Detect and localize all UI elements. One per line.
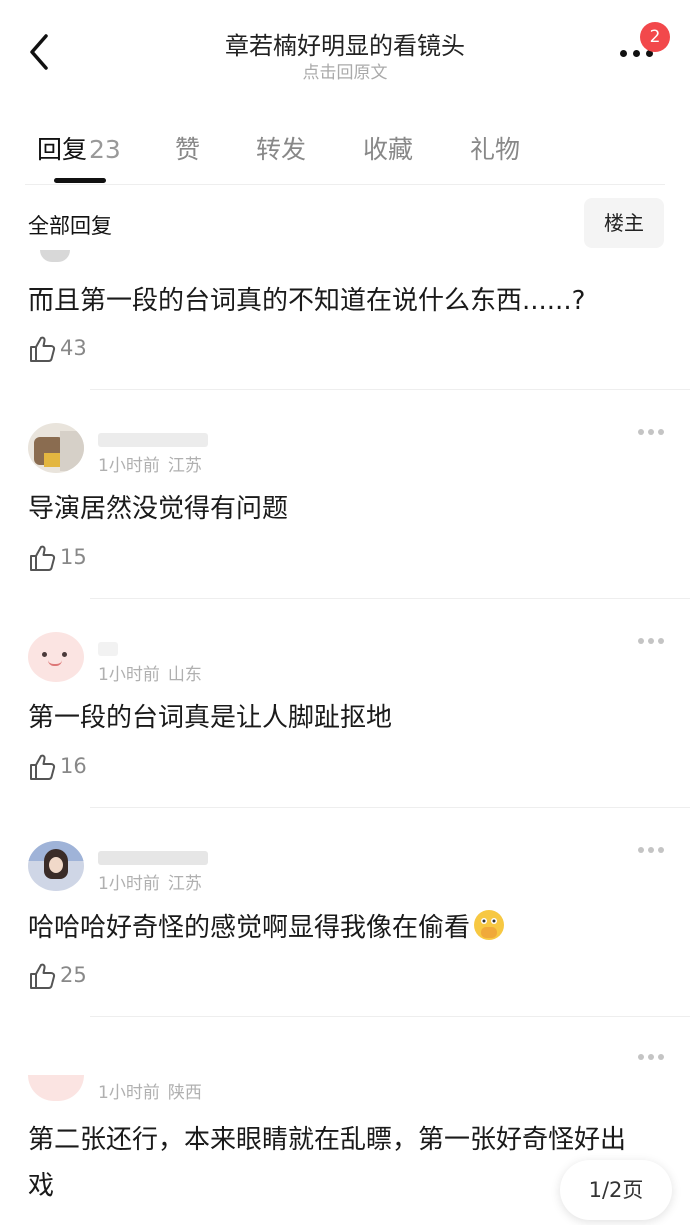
like-button[interactable]: 15 bbox=[28, 544, 118, 574]
username[interactable] bbox=[98, 642, 118, 656]
more-dot-icon bbox=[658, 847, 664, 853]
comment-time: 1小时前 bbox=[98, 665, 160, 685]
tab-bar: 回复23 赞 转发 收藏 礼物 bbox=[0, 118, 690, 186]
reply-count: 23 bbox=[89, 135, 121, 164]
thumbs-up-icon bbox=[30, 545, 56, 571]
comment-meta: 1小时前 江苏 bbox=[98, 451, 202, 476]
comment-text: 而且第一段的台词真的不知道在说什么东西......? bbox=[28, 286, 586, 316]
comment-location: 陕西 bbox=[167, 1083, 202, 1103]
thumbs-up-icon bbox=[30, 963, 56, 989]
avatar bbox=[40, 250, 70, 262]
comment-more-button[interactable] bbox=[634, 631, 668, 651]
comment-item: 1小时前 江苏 导演居然没觉得有问题 15 bbox=[0, 390, 690, 599]
comment-location: 山东 bbox=[167, 665, 202, 685]
more-dot-icon bbox=[658, 429, 664, 435]
comment-more-button[interactable] bbox=[634, 1047, 668, 1067]
more-dot-icon bbox=[633, 50, 640, 57]
comment-more-button[interactable] bbox=[634, 422, 668, 442]
like-button[interactable]: 25 bbox=[28, 962, 118, 992]
comment-text: 第一段的台词真是让人脚趾抠地 bbox=[28, 703, 393, 733]
tab-gifts[interactable]: 礼物 bbox=[470, 130, 520, 166]
comment-time: 1小时前 bbox=[98, 456, 160, 476]
more-dot-icon bbox=[658, 638, 664, 644]
more-dot-icon bbox=[648, 1054, 654, 1060]
more-dot-icon bbox=[638, 847, 644, 853]
like-count: 15 bbox=[60, 545, 87, 569]
comment-text: 第二张还行，本来眼睛就在乱瞟，第一张好奇怪好出戏 bbox=[28, 1125, 627, 1201]
tab-reposts[interactable]: 转发 bbox=[256, 130, 306, 166]
comment-location: 江苏 bbox=[167, 456, 202, 476]
owner-only-button[interactable]: 楼主 bbox=[584, 198, 664, 248]
more-dot-icon bbox=[638, 1054, 644, 1060]
tab-favorites[interactable]: 收藏 bbox=[363, 130, 413, 166]
divider bbox=[25, 184, 665, 185]
page-title: 章若楠好明显的看镜头 bbox=[225, 32, 465, 60]
comment-text-content: 哈哈哈好奇怪的感觉啊显得我像在偷看 bbox=[28, 913, 471, 943]
like-button[interactable]: 43 bbox=[28, 335, 118, 365]
tab-replies[interactable]: 回复23 bbox=[37, 130, 121, 166]
more-dot-icon bbox=[658, 1054, 664, 1060]
more-dot-icon bbox=[638, 429, 644, 435]
page-indicator[interactable]: 1/2页 bbox=[560, 1160, 672, 1220]
comment-item: 1小时前 江苏 哈哈哈好奇怪的感觉啊显得我像在偷看 25 bbox=[0, 808, 690, 1017]
comment-time: 1小时前 bbox=[98, 874, 160, 894]
like-button[interactable]: 16 bbox=[28, 753, 118, 783]
top-bar: 章若楠好明显的看镜头 点击回原文 2 bbox=[0, 0, 690, 100]
comment-item: 1小时前 山东 第一段的台词真是让人脚趾抠地 16 bbox=[0, 599, 690, 808]
comment-text: 哈哈哈好奇怪的感觉啊显得我像在偷看 bbox=[28, 908, 658, 947]
avatar[interactable] bbox=[28, 632, 84, 682]
section-title: 全部回复 bbox=[28, 214, 112, 238]
username[interactable] bbox=[98, 851, 208, 865]
comment-meta: 1小时前 山东 bbox=[98, 660, 202, 685]
more-dot-icon bbox=[620, 50, 627, 57]
more-dot-icon bbox=[648, 638, 654, 644]
tab-label: 回复 bbox=[37, 135, 88, 164]
comment-more-button[interactable] bbox=[634, 840, 668, 860]
thumbs-up-icon bbox=[30, 336, 56, 362]
like-count: 16 bbox=[60, 754, 87, 778]
notification-badge: 2 bbox=[640, 22, 670, 52]
avatar[interactable] bbox=[28, 1075, 84, 1101]
comment-time: 1小时前 bbox=[98, 1083, 160, 1103]
comment-meta: 1小时前 陕西 bbox=[98, 1078, 202, 1103]
comment-item: 而且第一段的台词真的不知道在说什么东西......? 43 bbox=[0, 250, 690, 390]
comment-text: 导演居然没觉得有问题 bbox=[28, 494, 289, 524]
more-dot-icon bbox=[648, 429, 654, 435]
face-with-open-eyes-and-hand-over-mouth-icon bbox=[474, 910, 505, 940]
like-count: 25 bbox=[60, 963, 87, 987]
more-dot-icon bbox=[648, 847, 654, 853]
back-to-original-link[interactable]: 点击回原文 bbox=[0, 58, 690, 83]
comment-location: 江苏 bbox=[167, 874, 202, 894]
tab-likes[interactable]: 赞 bbox=[175, 130, 200, 166]
avatar[interactable] bbox=[28, 841, 84, 891]
username[interactable] bbox=[98, 433, 208, 447]
like-count: 43 bbox=[60, 336, 87, 360]
more-dot-icon bbox=[638, 638, 644, 644]
thumbs-up-icon bbox=[30, 754, 56, 780]
comment-meta: 1小时前 江苏 bbox=[98, 869, 202, 894]
active-tab-indicator bbox=[54, 178, 106, 183]
avatar[interactable] bbox=[28, 423, 84, 473]
